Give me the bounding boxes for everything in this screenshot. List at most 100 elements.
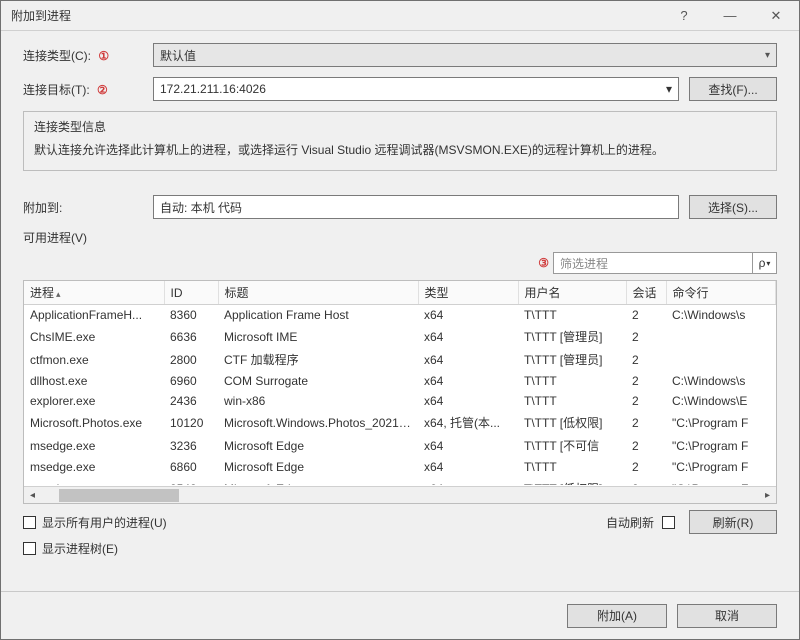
help-button[interactable]: ?: [661, 1, 707, 31]
connection-type-value: 默认值: [160, 47, 196, 64]
cell-id: 2800: [164, 348, 218, 371]
col-user[interactable]: 用户名: [518, 281, 626, 305]
cell-cmd: "C:\Program F: [666, 411, 776, 434]
find-button[interactable]: 查找(F)...: [689, 77, 777, 101]
cell-title: CTF 加载程序: [218, 348, 418, 371]
cell-user: T\TTT: [518, 371, 626, 391]
cell-session: 2: [626, 371, 666, 391]
table-row[interactable]: ApplicationFrameH...8360Application Fram…: [24, 305, 776, 325]
attach-to-field: 自动: 本机 代码: [153, 195, 679, 219]
scroll-thumb[interactable]: [59, 489, 179, 502]
help-icon: ?: [680, 8, 687, 23]
minimize-button[interactable]: —: [707, 1, 753, 31]
col-id[interactable]: ID: [164, 281, 218, 305]
cell-user: T\TTT: [518, 305, 626, 325]
cell-user: T\TTT [低权限]: [518, 411, 626, 434]
connection-target-value: 172.21.211.16:4026: [160, 82, 266, 96]
table-row[interactable]: Microsoft.Photos.exe10120Microsoft.Windo…: [24, 411, 776, 434]
cell-cmd: C:\Windows\E: [666, 391, 776, 411]
filter-dropdown-button[interactable]: ρ▾: [753, 252, 777, 274]
cell-id: 2436: [164, 391, 218, 411]
cell-session: 2: [626, 457, 666, 477]
show-all-users-label: 显示所有用户的进程(U): [42, 514, 167, 531]
cell-user: T\TTT: [518, 391, 626, 411]
search-icon: ρ: [759, 256, 766, 270]
cell-cmd: [666, 325, 776, 348]
select-button[interactable]: 选择(S)...: [689, 195, 777, 219]
attach-button[interactable]: 附加(A): [567, 604, 667, 628]
show-all-users-checkbox[interactable]: [23, 516, 36, 529]
table-row[interactable]: dllhost.exe6960COM Surrogatex64T\TTT2C:\…: [24, 371, 776, 391]
cell-cmd: C:\Windows\s: [666, 305, 776, 325]
cell-process: ChsIME.exe: [24, 325, 164, 348]
process-grid: 进程▴ ID 标题 类型 用户名 会话 命令行 ApplicationFrame…: [23, 280, 777, 504]
col-session[interactable]: 会话: [626, 281, 666, 305]
cell-user: T\TTT [管理员]: [518, 325, 626, 348]
cell-type: x64: [418, 391, 518, 411]
cell-id: 8548: [164, 477, 218, 485]
info-text: 默认连接允许选择此计算机上的进程，或选择运行 Visual Studio 远程调…: [34, 141, 766, 158]
titlebar: 附加到进程 ? — ✕: [1, 1, 799, 31]
cell-title: COM Surrogate: [218, 371, 418, 391]
cell-type: x64, 托管(本...: [418, 411, 518, 434]
cell-id: 10120: [164, 411, 218, 434]
col-cmd[interactable]: 命令行: [666, 281, 776, 305]
dialog-footer: 附加(A) 取消: [1, 591, 799, 639]
show-tree-label: 显示进程树(E): [42, 540, 118, 557]
table-row[interactable]: msedge.exe3236Microsoft Edgex64T\TTT [不可…: [24, 434, 776, 457]
cell-type: x64: [418, 477, 518, 485]
table-row[interactable]: explorer.exe2436win-x86x64T\TTT2C:\Windo…: [24, 391, 776, 411]
table-row[interactable]: msedge.exe8548Microsoft Edgex64T\TTT [低权…: [24, 477, 776, 485]
filter-input[interactable]: 筛选进程: [553, 252, 753, 274]
scroll-right-icon[interactable]: ▸: [759, 487, 776, 504]
cell-type: x64: [418, 371, 518, 391]
cell-process: msedge.exe: [24, 477, 164, 485]
filter-placeholder: 筛选进程: [560, 255, 608, 272]
marker-3-icon: ③: [538, 256, 549, 270]
table-row[interactable]: msedge.exe6860Microsoft Edgex64T\TTT2"C:…: [24, 457, 776, 477]
cell-id: 8360: [164, 305, 218, 325]
info-title: 连接类型信息: [34, 118, 766, 135]
col-title[interactable]: 标题: [218, 281, 418, 305]
minimize-icon: —: [724, 8, 737, 23]
cell-session: 2: [626, 348, 666, 371]
connection-target-input[interactable]: 172.21.211.16:4026 ▾: [153, 77, 679, 101]
grid-body[interactable]: ApplicationFrameH...8360Application Fram…: [24, 305, 776, 485]
grid-header: 进程▴ ID 标题 类型 用户名 会话 命令行: [24, 281, 776, 305]
cell-process: msedge.exe: [24, 434, 164, 457]
refresh-button[interactable]: 刷新(R): [689, 510, 777, 534]
chevron-down-icon: ▾: [765, 50, 770, 61]
cell-title: win-x86: [218, 391, 418, 411]
connection-type-combo[interactable]: 默认值 ▾: [153, 43, 777, 67]
cell-cmd: "C:\Program F: [666, 477, 776, 485]
close-button[interactable]: ✕: [753, 1, 799, 31]
col-process[interactable]: 进程▴: [24, 281, 164, 305]
cell-user: T\TTT [低权限]: [518, 477, 626, 485]
cell-process: msedge.exe: [24, 457, 164, 477]
show-tree-checkbox[interactable]: [23, 542, 36, 555]
cell-user: T\TTT [不可信: [518, 434, 626, 457]
cell-id: 3236: [164, 434, 218, 457]
table-row[interactable]: ctfmon.exe2800CTF 加载程序x64T\TTT [管理员]2: [24, 348, 776, 371]
cell-title: Microsoft Edge: [218, 434, 418, 457]
cell-session: 2: [626, 305, 666, 325]
cell-title: Application Frame Host: [218, 305, 418, 325]
window-title: 附加到进程: [11, 7, 71, 24]
cell-process: dllhost.exe: [24, 371, 164, 391]
cancel-button[interactable]: 取消: [677, 604, 777, 628]
auto-refresh-checkbox[interactable]: [662, 516, 675, 529]
cell-session: 2: [626, 411, 666, 434]
cell-process: explorer.exe: [24, 391, 164, 411]
scroll-left-icon[interactable]: ◂: [24, 487, 41, 504]
cell-session: 2: [626, 325, 666, 348]
cell-session: 2: [626, 391, 666, 411]
cell-process: ApplicationFrameH...: [24, 305, 164, 325]
cell-type: x64: [418, 457, 518, 477]
connection-type-info: 连接类型信息 默认连接允许选择此计算机上的进程，或选择运行 Visual Stu…: [23, 111, 777, 171]
cell-type: x64: [418, 434, 518, 457]
marker-2-icon: ②: [97, 83, 108, 97]
table-row[interactable]: ChsIME.exe6636Microsoft IMEx64T\TTT [管理员…: [24, 325, 776, 348]
col-type[interactable]: 类型: [418, 281, 518, 305]
horizontal-scrollbar[interactable]: ◂ ▸: [24, 486, 776, 503]
cell-cmd: C:\Windows\s: [666, 371, 776, 391]
